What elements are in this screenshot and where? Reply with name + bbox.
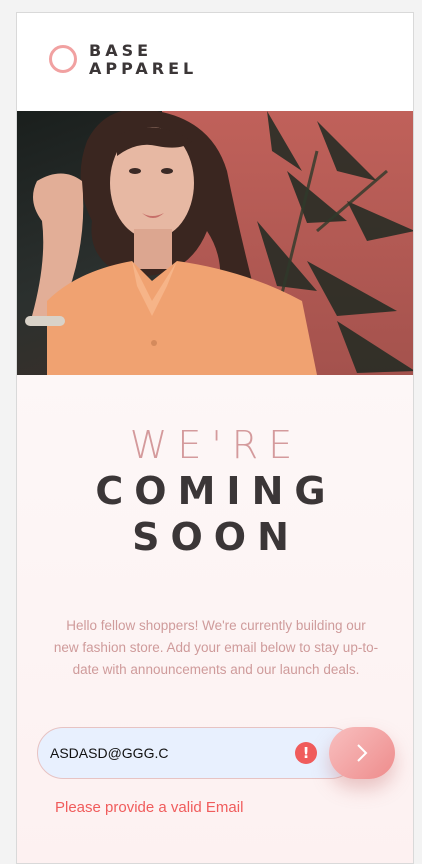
error-message: Please provide a valid Email (55, 799, 244, 816)
headline-bold-line-1: COMING (95, 469, 337, 513)
brand-logo[interactable]: BASE APPAREL (89, 42, 197, 78)
brand-line-2: APPAREL (89, 59, 198, 78)
main-content: WE'RE COMING SOON Hello fellow shoppers!… (17, 375, 413, 863)
logo-ring-icon (49, 45, 77, 73)
headline-light: WE'RE (129, 423, 303, 467)
brand-line-1: BASE (89, 41, 153, 60)
submit-button[interactable] (329, 727, 395, 779)
email-form: ! (37, 727, 395, 781)
hero-photo-illustration (25, 111, 413, 375)
page-frame: BASE APPAREL WE'RE COMING SOON Hello fel… (16, 12, 414, 864)
headline-bold-line-2: SOON (132, 515, 300, 559)
error-icon: ! (295, 742, 317, 764)
hero-image (17, 111, 413, 375)
chevron-right-icon (357, 744, 368, 762)
header: BASE APPAREL (17, 13, 413, 111)
description-text: Hello fellow shoppers! We're currently b… (53, 617, 379, 677)
